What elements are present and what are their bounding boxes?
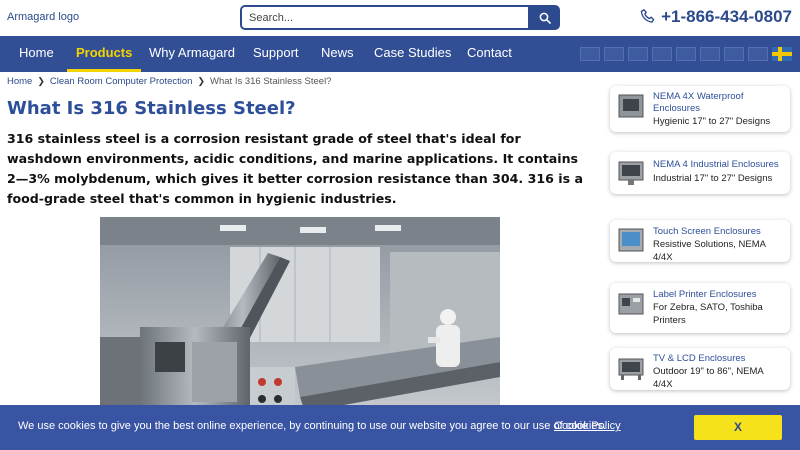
cookie-banner: We use cookies to give you the best onli… bbox=[0, 405, 800, 450]
factory-photo bbox=[100, 217, 500, 417]
cookie-message: We use cookies to give you the best onli… bbox=[18, 420, 607, 432]
page-title: What Is 316 Stainless Steel? bbox=[7, 98, 296, 119]
intro-paragraph: 316 stainless steel is a corrosion resis… bbox=[7, 131, 583, 206]
language-option[interactable] bbox=[580, 47, 600, 61]
sweden-flag-icon[interactable] bbox=[772, 47, 792, 61]
top-header: Armagard logo +1-866-434-0807 bbox=[0, 0, 800, 36]
language-option[interactable] bbox=[604, 47, 624, 61]
breadcrumb-home[interactable]: Home bbox=[7, 76, 32, 87]
nav-case-studies[interactable]: Case Studies bbox=[374, 36, 451, 72]
search-icon bbox=[539, 12, 551, 24]
sidebar-card-touch-screen[interactable]: Touch Screen Enclosures Resistive Soluti… bbox=[610, 220, 790, 263]
main-nav: Home Products Why Armagard Support News … bbox=[0, 36, 800, 72]
nav-news[interactable]: News bbox=[321, 36, 354, 72]
search-button[interactable] bbox=[530, 5, 560, 30]
armagard-logo[interactable]: Armagard logo bbox=[7, 11, 79, 23]
enclosure-thumbnail-icon bbox=[618, 228, 644, 252]
tv-enclosure-icon bbox=[618, 358, 644, 380]
language-selector bbox=[580, 47, 768, 61]
language-option[interactable] bbox=[748, 47, 768, 61]
enclosure-thumbnail-icon bbox=[618, 161, 644, 185]
language-option[interactable] bbox=[700, 47, 720, 61]
sidebar-card-subtitle: For Zebra, SATO, Toshiba Printers bbox=[653, 302, 763, 326]
nav-products[interactable]: Products bbox=[67, 36, 142, 72]
breadcrumb-current: What Is 316 Stainless Steel? bbox=[210, 76, 332, 87]
sidebar-card-title: Label Printer Enclosures bbox=[653, 289, 757, 300]
sidebar-card-subtitle: Resistive Solutions, NEMA 4/4X bbox=[653, 239, 766, 263]
enclosure-thumbnail-icon bbox=[618, 94, 644, 118]
sidebar-card-subtitle: Industrial 17" to 27" Designs bbox=[653, 173, 773, 184]
sidebar-card-subtitle: Outdoor 19" to 86", NEMA 4/4X bbox=[653, 366, 764, 390]
breadcrumb: Home ❯ Clean Room Computer Protection ❯ … bbox=[7, 76, 331, 87]
nav-support[interactable]: Support bbox=[253, 36, 299, 72]
nav-why-armagard[interactable]: Why Armagard bbox=[149, 36, 235, 72]
phone-number: +1-866-434-0807 bbox=[661, 7, 792, 26]
chevron-right-icon: ❯ bbox=[37, 76, 45, 86]
sidebar-card-label-printer[interactable]: Label Printer Enclosures For Zebra, SATO… bbox=[610, 283, 790, 333]
sidebar-card-title: Touch Screen Enclosures bbox=[653, 226, 761, 237]
nav-contact[interactable]: Contact bbox=[467, 36, 512, 72]
breadcrumb-clean-room[interactable]: Clean Room Computer Protection bbox=[50, 76, 193, 87]
printer-enclosure-icon bbox=[618, 293, 644, 315]
phone-icon bbox=[640, 9, 655, 23]
search-input[interactable] bbox=[240, 5, 530, 30]
sidebar-card-title: TV & LCD Enclosures bbox=[653, 353, 746, 364]
sidebar-card-title: NEMA 4X Waterproof Enclosures bbox=[653, 91, 744, 114]
sidebar-card-nema-4x[interactable]: NEMA 4X Waterproof Enclosures Hygienic 1… bbox=[610, 86, 790, 132]
nav-home[interactable]: Home bbox=[19, 36, 54, 72]
language-option[interactable] bbox=[724, 47, 744, 61]
chevron-right-icon: ❯ bbox=[197, 76, 206, 86]
sidebar-card-nema-4[interactable]: NEMA 4 Industrial Enclosures Industrial … bbox=[610, 152, 790, 194]
sidebar-card-subtitle: Hygienic 17" to 27" Designs bbox=[653, 116, 771, 127]
search-bar bbox=[240, 5, 560, 30]
cookie-dismiss-button[interactable]: X bbox=[694, 415, 782, 440]
sidebar-card-tv-lcd[interactable]: TV & LCD Enclosures Outdoor 19" to 86", … bbox=[610, 348, 790, 390]
cookie-policy-link[interactable]: Cookie Policy bbox=[554, 420, 621, 432]
language-option[interactable] bbox=[652, 47, 672, 61]
language-option[interactable] bbox=[628, 47, 648, 61]
sidebar-card-title: NEMA 4 Industrial Enclosures bbox=[653, 159, 779, 170]
phone-link[interactable]: +1-866-434-0807 bbox=[639, 7, 792, 27]
language-option[interactable] bbox=[676, 47, 696, 61]
